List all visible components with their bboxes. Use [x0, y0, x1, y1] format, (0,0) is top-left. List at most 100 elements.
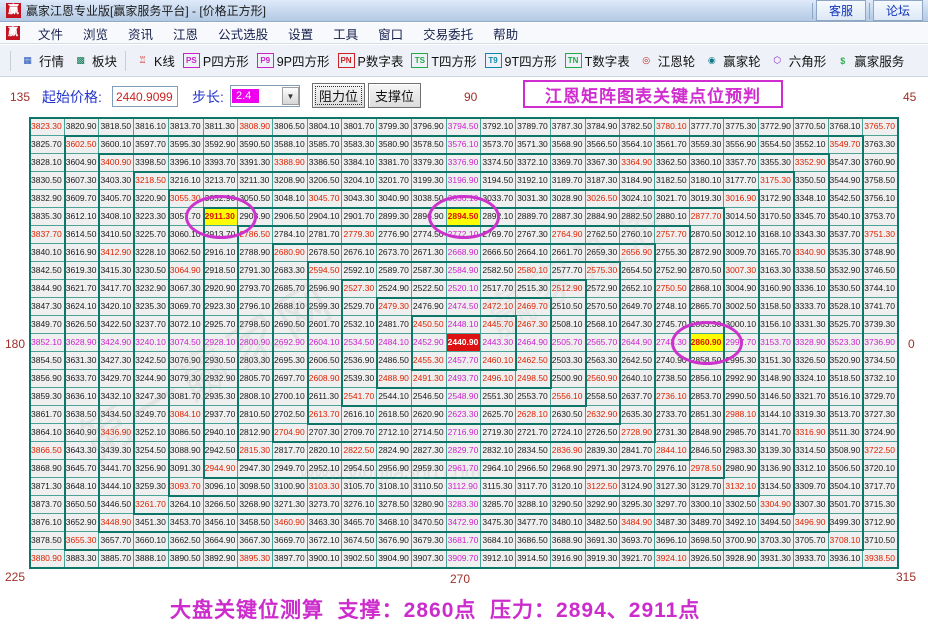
- grid-cell: 3328.90: [794, 334, 829, 352]
- menu-item-窗口[interactable]: 窗口: [368, 22, 413, 45]
- grid-cell: 3871.30: [30, 478, 65, 496]
- grid-cell: 3732.10: [863, 370, 898, 388]
- grid-cell: 3441.70: [99, 460, 134, 478]
- resistance-button[interactable]: 阻力位: [312, 83, 365, 108]
- menu-item-资讯[interactable]: 资讯: [118, 22, 163, 45]
- customer-service-button[interactable]: 客服: [816, 0, 866, 21]
- toolbar-item-行情[interactable]: ▦行情: [19, 51, 64, 70]
- grid-cell: 2522.50: [412, 280, 447, 298]
- grid-cell: 2772.10: [447, 226, 482, 244]
- grid-cell: 3048.10: [273, 190, 308, 208]
- grid-cell: 3724.90: [863, 424, 898, 442]
- menu-item-工具[interactable]: 工具: [323, 22, 368, 45]
- grid-cell: 3621.70: [65, 280, 100, 298]
- grid-cell: 2992.90: [724, 370, 759, 388]
- grid-cell: 3520.90: [829, 352, 864, 370]
- grid-cell: 3609.70: [65, 190, 100, 208]
- grid-cell: 3374.50: [481, 154, 516, 172]
- toolbar-item-T数字表[interactable]: TNT数字表: [565, 51, 630, 70]
- grid-cell: 2642.50: [620, 352, 655, 370]
- grid-cell: 3043.30: [342, 190, 377, 208]
- grid-cell: 3667.30: [238, 532, 273, 550]
- grid-cell: 3256.90: [134, 460, 169, 478]
- grid-cell: 3931.30: [759, 550, 794, 568]
- grid-cell: 3309.70: [794, 478, 829, 496]
- toolbar-item-板块[interactable]: ▩板块: [72, 51, 117, 70]
- grid-cell: 3612.10: [65, 208, 100, 226]
- toolbar-item-label: 六角形: [789, 51, 827, 70]
- grid-cell: 3619.30: [65, 262, 100, 280]
- menu-item-交易委托[interactable]: 交易委托: [413, 22, 483, 45]
- toolbar-item-赢家服务[interactable]: $赢家服务: [834, 51, 904, 70]
- toolbar-item-label: 行情: [39, 51, 64, 70]
- grid-cell: 2865.70: [690, 298, 725, 316]
- titlebar-separator: [812, 3, 813, 19]
- grid-cell: 3336.10: [794, 280, 829, 298]
- menu-item-浏览[interactable]: 浏览: [73, 22, 118, 45]
- grid-cell: 2496.10: [481, 370, 516, 388]
- grid-cell: 3852.10: [30, 334, 65, 352]
- grid-cell: 3456.10: [204, 514, 239, 532]
- forum-button[interactable]: 论坛: [873, 0, 923, 21]
- grid-cell: 3688.90: [551, 532, 586, 550]
- grid-cell: 3261.70: [134, 496, 169, 514]
- grid-cell: 2736.10: [655, 388, 690, 406]
- menu-item-江恩[interactable]: 江恩: [163, 22, 208, 45]
- grid-cell: 3194.50: [481, 172, 516, 190]
- grid-cell: 3249.70: [134, 406, 169, 424]
- grid-cell: 3199.30: [412, 172, 447, 190]
- grid-cell: 3276.10: [342, 496, 377, 514]
- grid-cell: 3105.70: [342, 478, 377, 496]
- toolbar-item-赢家轮[interactable]: ◉赢家轮: [703, 51, 761, 70]
- grid-cell: 2680.90: [273, 244, 308, 262]
- grid-cell: 2824.90: [377, 442, 412, 460]
- grid-cell: 3312.10: [794, 460, 829, 478]
- grid-cell: 3739.30: [863, 316, 898, 334]
- grid-cell: 3242.50: [134, 352, 169, 370]
- grid-cell: 2618.50: [377, 406, 412, 424]
- grid-cell: 3273.70: [308, 496, 343, 514]
- step-combobox[interactable]: 2.4 ▼: [230, 85, 300, 107]
- grid-cell: 3009.70: [724, 244, 759, 262]
- toolbar-item-P数字表[interactable]: PNP数字表: [338, 51, 404, 70]
- grid-cell: 3643.30: [65, 442, 100, 460]
- grid-cell: 2575.30: [586, 262, 621, 280]
- toolbar: ▦行情 ▩板块 ♖K线 PSP四方形 P99P四方形 PNP数字表 TST四方形 T99T四方…: [0, 45, 928, 77]
- toolbar-item-P四方形[interactable]: PSP四方形: [183, 51, 249, 70]
- grid-cell: 2599.30: [308, 298, 343, 316]
- grid-cell: 3019.30: [690, 190, 725, 208]
- toolbar-item-T四方形[interactable]: TST四方形: [411, 51, 476, 70]
- grid-cell: 3283.30: [447, 496, 482, 514]
- grid-cell: 3544.90: [829, 172, 864, 190]
- toolbar-item-六角形[interactable]: ⬡六角形: [769, 51, 827, 70]
- grid-cell: 2959.30: [412, 460, 447, 478]
- key-levels-summary: 大盘关键位测算 支撑：2860点 压力：2894、2911点: [170, 594, 700, 624]
- start-price-input[interactable]: [112, 86, 178, 107]
- grid-cell: 3672.10: [308, 532, 343, 550]
- grid-cell: 2776.90: [377, 226, 412, 244]
- grid-cell: 3770.50: [794, 118, 829, 136]
- toolbar-item-9T四方形[interactable]: T99T四方形: [485, 51, 557, 70]
- menu-item-设置[interactable]: 设置: [278, 22, 323, 45]
- grid-cell: 2937.70: [204, 406, 239, 424]
- grid-cell: 3573.70: [481, 136, 516, 154]
- menu-item-公式选股[interactable]: 公式选股: [208, 22, 278, 45]
- menu-logo-icon: 赢: [6, 26, 20, 40]
- menu-item-文件[interactable]: 文件: [28, 22, 73, 45]
- grid-cell: 3002.50: [724, 298, 759, 316]
- grid-cell: 3837.70: [30, 226, 65, 244]
- grid-cell: 2762.50: [586, 226, 621, 244]
- combo-dropdown-arrow-icon[interactable]: ▼: [282, 87, 299, 105]
- grid-cell: 2673.70: [377, 244, 412, 262]
- toolbar-item-江恩轮[interactable]: ◎江恩轮: [638, 51, 696, 70]
- grid-cell: 3324.10: [794, 370, 829, 388]
- grid-cell: 3518.50: [829, 370, 864, 388]
- toolbar-item-K线[interactable]: ♖K线: [134, 51, 175, 70]
- grid-cell: 2805.70: [238, 370, 273, 388]
- grid-cell: 3729.70: [863, 388, 898, 406]
- menu-item-帮助[interactable]: 帮助: [483, 22, 528, 45]
- grid-cell: 3036.10: [447, 190, 482, 208]
- toolbar-item-9P四方形[interactable]: P99P四方形: [257, 51, 330, 70]
- support-button[interactable]: 支撑位: [368, 83, 421, 108]
- grid-cell: 3691.30: [586, 532, 621, 550]
